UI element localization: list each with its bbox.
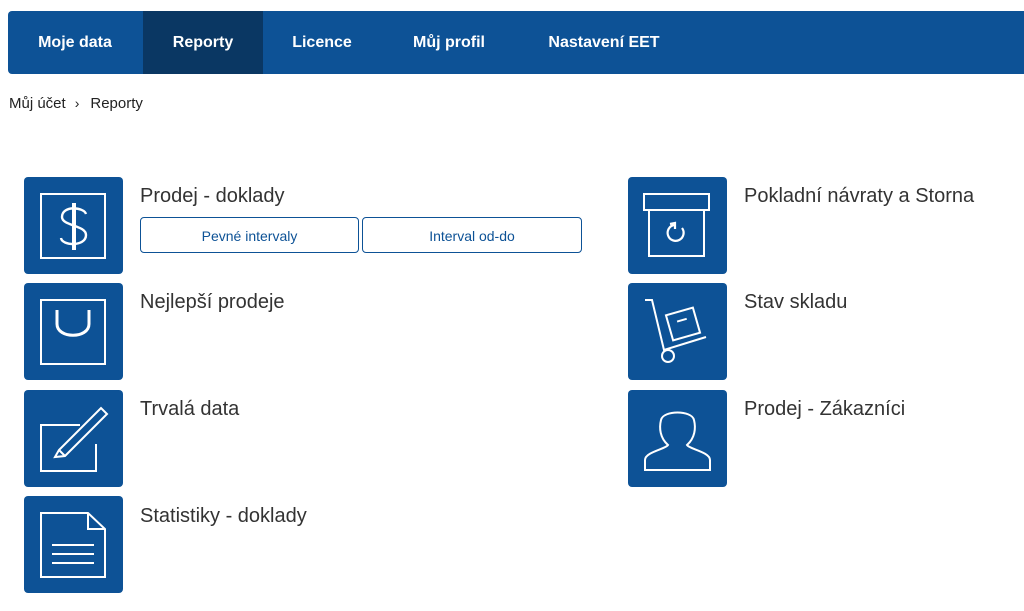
report-title-statistiky-doklady[interactable]: Statistiky - doklady: [140, 505, 307, 528]
nav-item-moje-data[interactable]: Moje data: [8, 11, 142, 74]
report-title-pokladni-navraty[interactable]: Pokladní návraty a Storna: [744, 185, 974, 208]
nav-item-nastaveni-eet[interactable]: Nastavení EET: [523, 11, 685, 74]
breadcrumb-separator: ›: [74, 95, 80, 111]
tile-statistiky-doklady[interactable]: [24, 496, 123, 593]
report-title-nejlepsi-prodeje[interactable]: Nejlepší prodeje: [140, 291, 285, 314]
interval-range-button[interactable]: Interval od-do: [362, 217, 582, 253]
breadcrumb-home[interactable]: Můj účet: [9, 95, 66, 112]
edit-icon: [40, 406, 109, 472]
nav-item-licence[interactable]: Licence: [263, 11, 381, 74]
nav-item-reporty[interactable]: Reporty: [143, 11, 263, 74]
main-navigation: Moje data Reporty Licence Můj profil Nas…: [8, 11, 1024, 74]
nav-item-muj-profil[interactable]: Můj profil: [389, 11, 509, 74]
breadcrumb: Můj účet › Reporty: [9, 95, 143, 112]
report-title-prodej-doklady[interactable]: Prodej - doklady: [140, 185, 285, 208]
user-icon: [644, 411, 711, 471]
document-icon: [40, 512, 106, 578]
dollar-icon: [40, 193, 106, 259]
tile-nejlepsi-prodeje[interactable]: [24, 283, 123, 380]
report-title-stav-skladu[interactable]: Stav skladu: [744, 291, 847, 314]
shopping-bag-icon: [40, 299, 106, 365]
tile-prodej-zakaznici[interactable]: [628, 390, 727, 487]
tile-prodej-doklady[interactable]: [24, 177, 123, 274]
box-return-icon: [643, 193, 710, 257]
tile-pokladni-navraty[interactable]: [628, 177, 727, 274]
tile-trvala-data[interactable]: [24, 390, 123, 487]
fixed-intervals-button[interactable]: Pevné intervaly: [140, 217, 359, 253]
tile-stav-skladu[interactable]: [628, 283, 727, 380]
report-title-prodej-zakaznici[interactable]: Prodej - Zákazníci: [744, 398, 905, 421]
hand-truck-icon: [645, 299, 707, 363]
report-title-trvala-data[interactable]: Trvalá data: [140, 398, 239, 421]
breadcrumb-current: Reporty: [90, 95, 143, 112]
